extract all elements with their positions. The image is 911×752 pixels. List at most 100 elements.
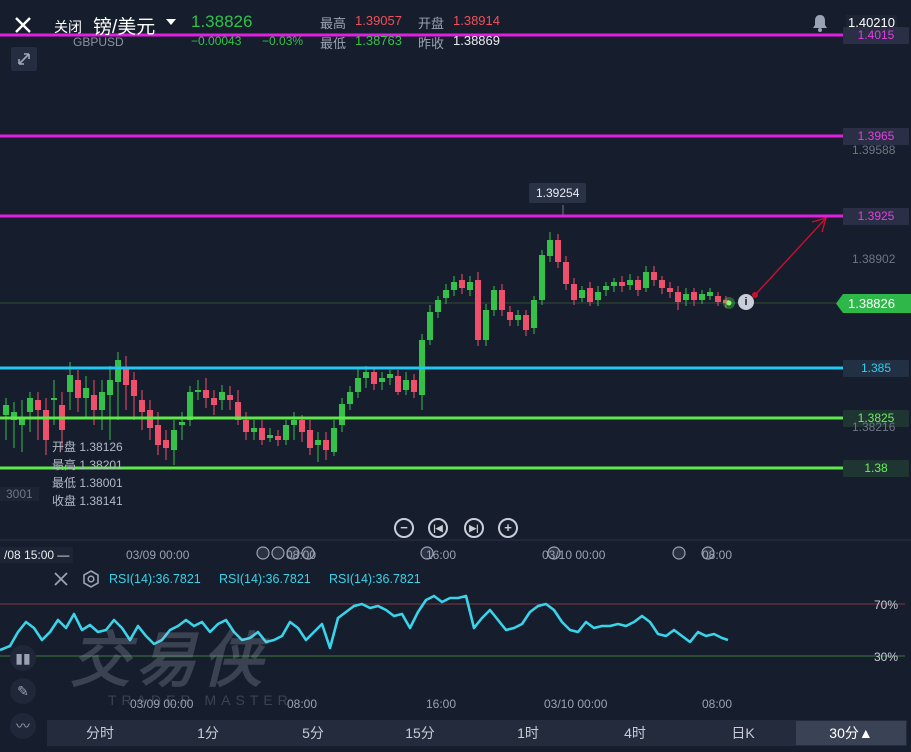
candle bbox=[195, 380, 201, 400]
candle-body bbox=[275, 436, 281, 440]
candle bbox=[211, 390, 217, 415]
close-label[interactable]: 关闭 bbox=[54, 17, 82, 37]
level-tag-1: 1.4015 bbox=[843, 27, 909, 44]
time-label-3: 16:00 bbox=[426, 548, 457, 562]
candle-body bbox=[267, 435, 273, 438]
rsi-label-2: RSI(14):36.7821 bbox=[219, 572, 311, 586]
candle bbox=[307, 420, 313, 455]
rsi-level-70: 70% bbox=[874, 598, 899, 612]
candle-body bbox=[131, 380, 137, 396]
candle bbox=[387, 370, 393, 385]
candle-body bbox=[179, 422, 185, 425]
last-price: 1.38826 bbox=[191, 12, 253, 31]
candle-body bbox=[411, 380, 417, 392]
candle-body bbox=[571, 284, 577, 300]
candle bbox=[483, 304, 489, 346]
candle bbox=[443, 284, 449, 304]
tab-5min[interactable]: 5分 bbox=[283, 721, 343, 745]
candle bbox=[139, 390, 145, 430]
candle bbox=[203, 378, 209, 408]
ohlc-high: 最高 1.38201 bbox=[52, 458, 123, 472]
candle bbox=[371, 368, 377, 390]
candle-body bbox=[251, 428, 257, 432]
close-icon[interactable] bbox=[10, 12, 36, 38]
bell-icon[interactable] bbox=[810, 13, 830, 33]
peak-label: 1.39254 bbox=[529, 183, 587, 203]
candle-body bbox=[139, 400, 145, 412]
candle-body bbox=[107, 380, 113, 395]
candle-body bbox=[579, 290, 585, 298]
indicator-tool-icon[interactable]: ▮▮ bbox=[10, 645, 36, 671]
candle bbox=[235, 390, 241, 425]
candle-body bbox=[155, 425, 161, 445]
candle-body bbox=[587, 288, 593, 302]
candle bbox=[587, 282, 593, 306]
time-label-4: 03/10 00:00 bbox=[542, 548, 606, 562]
candle-body bbox=[611, 282, 617, 286]
candle bbox=[315, 432, 321, 462]
time-scroll-dot bbox=[672, 546, 686, 560]
draw-pencil-icon[interactable]: ✎ bbox=[10, 678, 36, 704]
rsi-settings-icon[interactable] bbox=[82, 570, 100, 588]
collapse-icon[interactable] bbox=[11, 47, 37, 71]
candle bbox=[411, 374, 417, 398]
candle-body bbox=[35, 400, 41, 410]
candle-body bbox=[643, 272, 649, 288]
tab-timeshare[interactable]: 分时 bbox=[70, 721, 130, 745]
change-percent: −0.03% bbox=[262, 34, 304, 48]
tab-daily[interactable]: 日K bbox=[713, 721, 773, 745]
candle bbox=[331, 420, 337, 456]
candle-body bbox=[539, 255, 545, 300]
candle-body bbox=[459, 280, 465, 288]
candle-body bbox=[323, 440, 329, 450]
candle-body bbox=[627, 280, 633, 285]
candle bbox=[243, 412, 249, 440]
candle bbox=[291, 412, 297, 440]
candle-body bbox=[379, 378, 385, 382]
candle-body bbox=[259, 428, 265, 440]
candle bbox=[259, 420, 265, 445]
ohlc-open: 开盘 1.38126 bbox=[52, 440, 123, 454]
candle bbox=[19, 400, 25, 452]
candle-body bbox=[635, 280, 641, 290]
tab-4hour[interactable]: 4时 bbox=[605, 721, 665, 745]
candle bbox=[635, 276, 641, 296]
candle bbox=[619, 276, 625, 292]
current-point bbox=[726, 300, 732, 306]
candle-body bbox=[211, 398, 217, 405]
candle-body bbox=[171, 430, 177, 450]
time-label-1: 03/09 00:00 bbox=[126, 548, 190, 562]
instrument-dropdown-icon[interactable] bbox=[166, 19, 176, 25]
tab-1hour[interactable]: 1时 bbox=[498, 721, 558, 745]
zoom-out-button[interactable]: − bbox=[394, 518, 414, 538]
candle-body bbox=[227, 395, 233, 400]
projection-arrow-line bbox=[754, 217, 827, 296]
candle bbox=[43, 398, 49, 455]
tab-1min[interactable]: 1分 bbox=[178, 721, 238, 745]
candle-body bbox=[707, 292, 713, 296]
info-icon[interactable]: i bbox=[738, 294, 754, 310]
scroll-forward-button[interactable]: ▶| bbox=[464, 518, 484, 538]
scroll-back-button[interactable]: |◀ bbox=[428, 518, 448, 538]
candle bbox=[147, 400, 153, 440]
low-value: 1.38763 bbox=[355, 33, 402, 48]
timeframe-bar bbox=[47, 720, 907, 746]
trend-tool-icon[interactable]: 〰 bbox=[10, 713, 36, 739]
candle bbox=[187, 386, 193, 426]
current-price-text: 1.38826 bbox=[848, 296, 895, 311]
candle-body bbox=[515, 315, 521, 320]
candle bbox=[347, 386, 353, 410]
candle bbox=[267, 428, 273, 442]
candle bbox=[219, 385, 225, 410]
rsi-close-icon[interactable] bbox=[52, 570, 70, 588]
candle bbox=[123, 356, 129, 410]
tab-30min-active[interactable]: 30分▲ bbox=[796, 721, 906, 745]
candle-body bbox=[683, 294, 689, 300]
rsi-label-1: RSI(14):36.7821 bbox=[109, 572, 201, 586]
candle-body bbox=[331, 428, 337, 452]
candle-body bbox=[43, 410, 49, 440]
candle bbox=[379, 372, 385, 390]
tab-15min[interactable]: 15分 bbox=[390, 721, 450, 745]
zoom-in-button[interactable]: + bbox=[498, 518, 518, 538]
level-tag-4: 1.385 bbox=[843, 360, 909, 377]
